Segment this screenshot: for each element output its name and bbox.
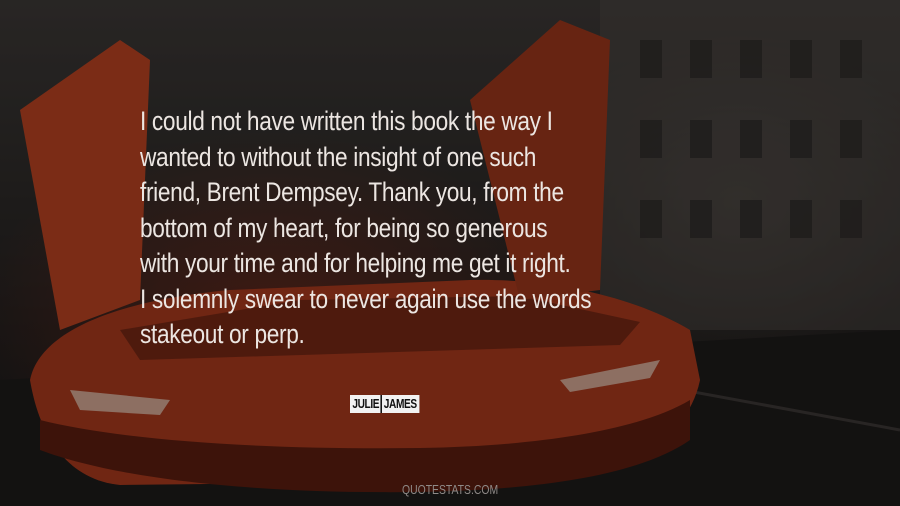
site-watermark: QUOTESTATS.COM: [0, 482, 900, 497]
quote-line: bottom of my heart, for being so generou…: [140, 212, 548, 243]
quote-text: I could not have written this book the w…: [140, 104, 678, 353]
quote-line: with your time and for helping me get it…: [140, 248, 571, 278]
quote-image: I could not have written this book the w…: [0, 0, 900, 506]
quote-line: I solemnly swear to never again use the …: [140, 283, 592, 314]
author-badge[interactable]: JULIE JAMES: [350, 395, 420, 413]
author-last-name: JAMES: [383, 396, 417, 411]
author-separator: [380, 395, 383, 413]
quote-line: stakeout or perp.: [140, 319, 305, 349]
quote-line: wanted to without the insight of one suc…: [140, 141, 536, 172]
quote-line: friend, Brent Dempsey. Thank you, from t…: [140, 177, 564, 207]
quote-line: I could not have written this book the w…: [140, 106, 553, 136]
site-name: QUOTESTATS.COM: [401, 482, 499, 497]
author-first-name: JULIE: [352, 396, 380, 411]
